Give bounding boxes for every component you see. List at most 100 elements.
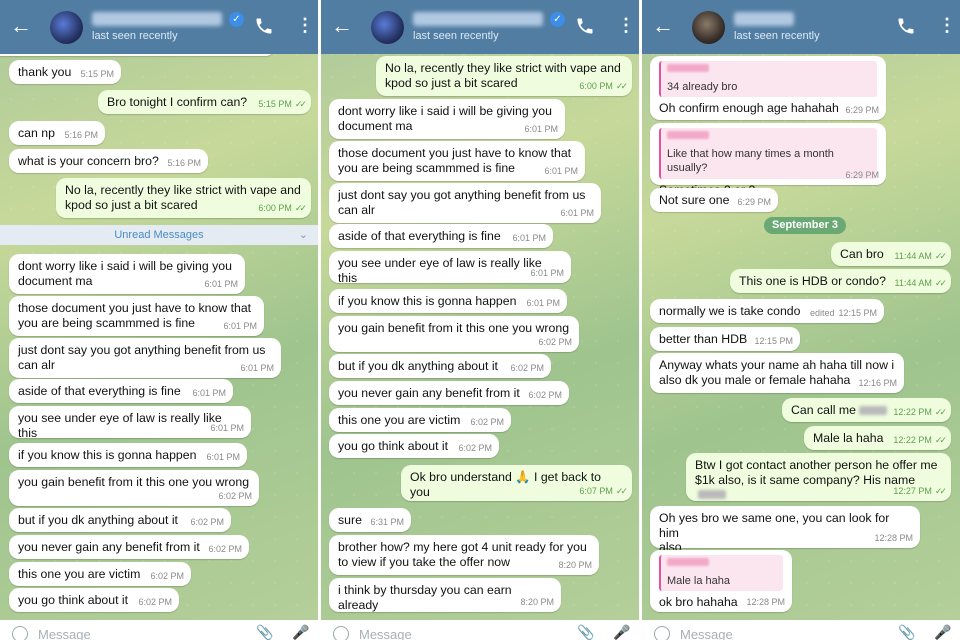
message-text: you gain benefit from it this one you wr… [338,321,570,335]
message-time: 11:44 AM ✓✓ [894,277,947,288]
message-bubble[interactable]: those document you just have to know tha… [329,141,585,181]
reply-quote[interactable]: Male la haha [659,555,783,591]
message-bubble[interactable]: thank you 5:15 PM [9,60,121,84]
chevron-down-icon[interactable]: ⌄ [299,225,308,245]
message-bubble[interactable]: you see under eye of law is really like … [9,406,251,440]
message-time: 8:20 PM [558,559,592,570]
message-bubble[interactable]: you go think about it 6:02 PM [9,588,179,612]
message-time: 6:02 PM [208,543,242,554]
message-time: 6:02 PM [510,362,544,373]
message-bubble[interactable]: brother how? my here got 4 unit ready fo… [329,535,599,575]
message-bubble[interactable]: but if you dk anything about it 6:02 PM [9,508,231,532]
message-bubble[interactable]: you gain benefit from it this one you wr… [329,316,579,352]
phone-call-icon[interactable] [254,16,274,36]
avatar[interactable] [371,11,404,44]
reply-quote[interactable]: 34 already bro [659,61,877,97]
avatar[interactable] [50,11,83,44]
microphone-icon[interactable]: 🎤 [934,624,951,640]
more-options-icon[interactable]: ⋮ [296,16,314,34]
reply-quote[interactable]: Like that how many times a month usually… [659,128,877,179]
more-options-icon[interactable]: ⋮ [617,16,635,34]
microphone-icon[interactable]: 🎤 [292,624,309,640]
phone-call-icon[interactable] [896,16,916,36]
message-bubble[interactable]: better than HDB 12:15 PM [650,327,800,351]
message-bubble[interactable]: you go think about it 6:02 PM [329,434,499,458]
back-arrow-icon[interactable]: ← [10,14,32,38]
message-list[interactable]: thank you 5:15 PM Bro tonight I confirm … [0,46,318,614]
message-bubble[interactable]: No la, recently they like strict with va… [376,56,632,96]
message-time: 6:02 PM [138,596,172,607]
message-bubble[interactable]: Oh yes bro we same one, you can look for… [650,506,920,554]
message-bubble[interactable]: Male la haha ok bro hahaha 12:28 PM [650,550,792,612]
message-bubble[interactable]: aside of that everything is fine 6:01 PM [329,224,553,248]
message-bubble[interactable]: just dont say you got anything benefit f… [329,183,601,223]
message-bubble[interactable]: you see under eye of law is really like … [329,251,571,285]
message-bubble[interactable]: this one you are victim 6:02 PM [9,562,191,586]
message-bubble[interactable]: dont worry like i said i will be giving … [9,254,245,294]
message-bubble[interactable]: just dont say you got anything benefit f… [9,338,281,378]
message-bubble[interactable]: those document you just have to know tha… [9,296,264,336]
message-bubble[interactable]: this one you are victim 6:02 PM [329,408,511,432]
message-list[interactable]: No la, recently they like strict with va… [321,54,639,614]
message-bubble[interactable]: sure 6:31 PM [329,508,411,532]
message-bubble[interactable]: Bro tonight I confirm can? 5:15 PM ✓✓ [98,90,311,114]
attach-icon[interactable]: 📎 [256,624,273,640]
read-checkmarks-icon: ✓✓ [934,250,947,261]
message-bubble[interactable]: but if you dk anything about it 6:02 PM [329,354,551,378]
message-text: but if you dk anything about it [18,513,178,527]
message-bubble[interactable]: No la, recently they like strict with va… [56,178,311,218]
message-bubble[interactable]: Anyway whats your name ah haha till now … [650,353,904,393]
message-text: ok bro hahaha [659,595,738,609]
message-input[interactable]: Message [680,627,733,640]
message-bubble[interactable]: if you know this is gonna happen 6:01 PM [9,443,247,467]
message-bubble[interactable]: This one is HDB or condo? 11:44 AM ✓✓ [730,269,951,293]
chat-panel-3: ← last seen recently ⋮ 34 already bro Oh… [642,0,960,640]
message-time: 6:01 PM [223,320,257,331]
message-bubble[interactable]: can np 5:16 PM [9,121,105,145]
redacted-name [698,490,726,500]
emoji-icon[interactable] [12,626,28,640]
more-options-icon[interactable]: ⋮ [938,16,956,34]
message-bubble[interactable]: if you know this is gonna happen 6:01 PM [329,289,567,313]
microphone-icon[interactable]: 🎤 [613,624,630,640]
message-time: 6:02 PM [538,336,572,347]
redacted-contact-name[interactable] [734,12,794,26]
attach-icon[interactable]: 📎 [898,624,915,640]
message-bubble[interactable]: 34 already bro Oh confirm enough age hah… [650,56,886,120]
message-bubble[interactable]: Can call me 12:22 PM ✓✓ [782,398,951,422]
message-bubble[interactable]: you never gain any benefit from it 6:02 … [9,535,249,559]
phone-call-icon[interactable] [575,16,595,36]
emoji-icon[interactable] [654,626,670,640]
redacted-contact-name[interactable] [413,12,543,26]
read-checkmarks-icon: ✓✓ [934,434,947,445]
message-time: 8:20 PM [520,596,554,607]
message-input[interactable]: Message [38,627,91,640]
message-bubble[interactable]: normally we is take condo edited 12:15 PM [650,299,884,323]
message-time: 12:28 PM [746,596,785,607]
message-text: Can bro [840,247,884,261]
message-bubble[interactable]: i think by thursday you can earn already… [329,578,561,612]
message-bubble[interactable]: Ok bro understand 🙏 I get back to you 6:… [401,465,632,501]
message-bubble[interactable]: you never gain any benefit from it 6:02 … [329,381,569,405]
attach-icon[interactable]: 📎 [577,624,594,640]
message-text: Ok bro understand 🙏 I get back to you [410,470,601,499]
emoji-icon[interactable] [333,626,349,640]
message-time: 6:01 PM [240,362,274,373]
message-input[interactable]: Message [359,627,412,640]
message-text: Bro tonight I confirm can? [107,95,248,109]
message-bubble[interactable]: Btw I got contact another person he offe… [686,453,951,501]
message-bubble[interactable]: dont worry like i said i will be giving … [329,99,565,139]
avatar[interactable] [692,11,725,44]
last-seen-status: last seen recently [413,30,499,42]
message-bubble[interactable]: Like that how many times a month usually… [650,123,886,197]
message-bubble[interactable]: Not sure one 6:29 PM [650,188,778,212]
message-bubble[interactable]: Male la haha 12:22 PM ✓✓ [804,426,951,450]
message-list[interactable]: 34 already bro Oh confirm enough age hah… [642,54,960,614]
message-bubble[interactable]: aside of that everything is fine 6:01 PM [9,379,233,403]
back-arrow-icon[interactable]: ← [331,14,353,38]
message-bubble[interactable]: what is your concern bro? 5:16 PM [9,149,208,173]
back-arrow-icon[interactable]: ← [652,14,674,38]
redacted-contact-name[interactable] [92,12,222,26]
message-bubble[interactable]: you gain benefit from it this one you wr… [9,470,259,506]
message-bubble[interactable]: Can bro 11:44 AM ✓✓ [831,242,951,266]
